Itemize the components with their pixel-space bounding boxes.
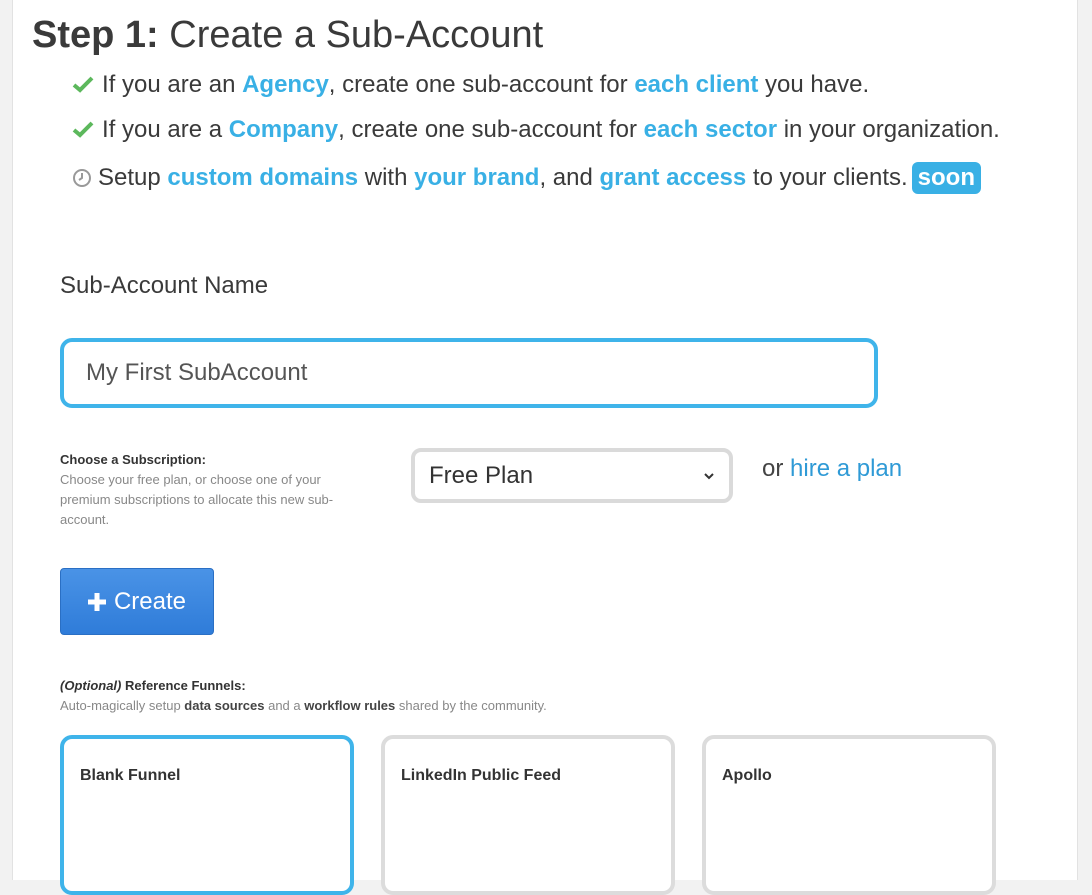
bullet-text: , create one sub-account for — [338, 116, 644, 143]
bullet-domains: Setup custom domains with your brand, an… — [72, 161, 981, 195]
step-label: Step 1: — [32, 14, 159, 56]
subscription-description: Choose your free plan, or choose one of … — [60, 472, 334, 527]
check-icon — [72, 121, 94, 138]
bullet-highlight: Agency — [242, 71, 329, 98]
bullet-highlight: Company — [228, 116, 339, 143]
bullet-highlight: custom domains — [167, 164, 359, 191]
funnel-card-title: LinkedIn Public Feed — [401, 767, 562, 784]
bullet-agency: If you are an Agency, create one sub-acc… — [72, 68, 869, 102]
chevron-down-icon — [704, 472, 714, 479]
reference-title: Reference Funnels: — [121, 678, 246, 693]
funnel-card-title: Apollo — [722, 767, 772, 784]
create-button-label: Create — [113, 587, 187, 615]
bullet-text: , create one sub-account for — [328, 71, 635, 98]
bullet-text: Setup — [98, 164, 168, 191]
bullet-text: in your organization. — [777, 116, 1000, 143]
bullet-highlight: each sector — [643, 116, 778, 143]
funnel-card-apollo[interactable]: Apollo — [702, 735, 996, 895]
page-title: Step 1: Create a Sub-Account — [32, 12, 543, 58]
hire-plan-link[interactable]: hire a plan — [790, 455, 902, 482]
bullet-text: with — [358, 164, 415, 191]
bullet-text: If you are a — [102, 116, 229, 143]
bullet-text: , and — [539, 164, 600, 191]
plus-icon — [87, 592, 106, 611]
plan-selected-value: Free Plan — [429, 461, 534, 489]
clock-icon — [73, 169, 91, 187]
bullet-highlight: your brand — [414, 164, 540, 191]
title-text: Create a Sub-Account — [169, 14, 544, 56]
reference-desc-part: and a — [264, 698, 305, 713]
hire-plan-text: or hire a plan — [762, 455, 902, 483]
subscription-help: Choose a Subscription: Choose your free … — [60, 450, 360, 530]
plan-select[interactable]: Free Plan — [411, 448, 733, 503]
reference-desc-data-sources: data sources — [184, 698, 265, 713]
check-icon — [72, 76, 94, 93]
reference-desc-part: Auto-magically setup — [60, 698, 185, 713]
bullet-text: If you are an — [102, 71, 243, 98]
sub-account-name-label: Sub-Account Name — [60, 272, 269, 299]
subscription-title: Choose a Subscription: — [60, 452, 206, 467]
funnel-card-linkedin[interactable]: LinkedIn Public Feed — [381, 735, 675, 895]
or-label: or — [762, 455, 784, 482]
bullet-highlight: each client — [634, 71, 759, 98]
reference-desc-part: shared by the community. — [395, 698, 547, 713]
bullet-text: to your clients. — [746, 164, 908, 191]
soon-badge: soon — [911, 162, 981, 194]
sub-account-name-input[interactable] — [60, 338, 878, 408]
bullet-text: you have. — [758, 71, 870, 98]
funnel-card-blank[interactable]: Blank Funnel — [60, 735, 354, 895]
reference-desc-workflow-rules: workflow rules — [304, 698, 396, 713]
bullet-highlight: grant access — [599, 164, 747, 191]
create-button[interactable]: Create — [60, 568, 214, 635]
optional-tag: (Optional) — [60, 678, 122, 693]
bullet-company: If you are a Company, create one sub-acc… — [72, 113, 1000, 147]
reference-funnels-label: (Optional) Reference Funnels: Auto-magic… — [60, 676, 547, 716]
funnel-card-title: Blank Funnel — [80, 767, 181, 784]
